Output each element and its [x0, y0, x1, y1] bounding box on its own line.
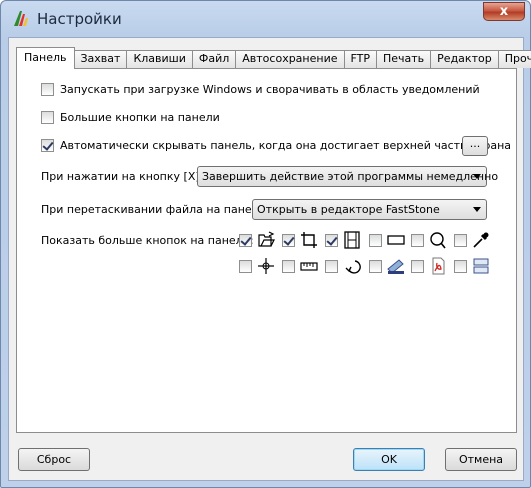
undo-icon — [345, 260, 361, 274]
crosshair-checkbox[interactable] — [239, 260, 252, 273]
open-folder-checkbox[interactable] — [239, 234, 252, 247]
big-buttons-checkbox[interactable] — [41, 111, 54, 124]
eyedropper-icon — [473, 232, 489, 248]
pdf-checkbox[interactable] — [411, 260, 424, 273]
tab-file[interactable]: Файл — [191, 50, 237, 68]
autohide-settings-button[interactable]: ... — [462, 136, 488, 156]
tab-editor[interactable]: Редактор — [430, 50, 499, 68]
title-bar[interactable]: Настройки x — [1, 1, 530, 37]
close-button[interactable]: x — [483, 2, 525, 21]
panel-tab-content: Запускать при загрузке Windows и сворачи… — [16, 68, 517, 433]
dialog-client-area: Панель Захват Клавиши Файл Автосохранени… — [8, 37, 531, 481]
compare-icon — [473, 258, 489, 274]
ruler-icon — [300, 262, 318, 271]
on-drag-file-value: Открыть в редакторе FastStone — [257, 203, 440, 216]
tab-strip: Панель Захват Клавиши Файл Автосохранени… — [16, 47, 531, 69]
crop-frame-checkbox[interactable] — [282, 234, 295, 247]
crop-frame-icon — [301, 232, 317, 248]
chevron-down-icon — [473, 174, 481, 179]
on-drag-file-dropdown[interactable]: Открыть в редакторе FastStone — [252, 199, 487, 220]
ruler-checkbox[interactable] — [282, 260, 295, 273]
rectangle-checkbox[interactable] — [369, 234, 382, 247]
tab-hotkeys[interactable]: Клавиши — [126, 50, 193, 68]
reset-button[interactable]: Сброс — [18, 448, 90, 471]
film-strip-icon — [344, 231, 360, 249]
chevron-down-icon — [473, 207, 481, 212]
pdf-icon — [432, 257, 445, 275]
startup-checkbox[interactable] — [41, 83, 54, 96]
tab-capture[interactable]: Захват — [73, 50, 128, 68]
on-x-click-value: Завершить действие этой программы немедл… — [202, 170, 499, 183]
on-drag-file-label: При перетаскивании файла на панель: — [41, 203, 269, 216]
scanner-icon — [387, 259, 404, 274]
on-x-click-dropdown[interactable]: Завершить действие этой программы немедл… — [197, 166, 498, 187]
crosshair-icon — [258, 258, 274, 274]
tab-ftp[interactable]: FTP — [343, 50, 377, 68]
tab-print[interactable]: Печать — [376, 50, 432, 68]
window-title: Настройки — [37, 10, 122, 28]
extra-buttons-label: Показать больше кнопок на панели: — [41, 234, 254, 247]
on-x-click-label: При нажатии на кнопку [X]: — [41, 170, 204, 183]
magnifier-checkbox[interactable] — [411, 234, 424, 247]
undo-checkbox[interactable] — [325, 260, 338, 273]
film-strip-checkbox[interactable] — [325, 234, 338, 247]
rectangle-icon — [387, 235, 405, 245]
tab-panel[interactable]: Панель — [16, 47, 75, 69]
eyedropper-checkbox[interactable] — [454, 234, 467, 247]
autohide-checkbox[interactable] — [41, 139, 54, 152]
big-buttons-label: Большие кнопки на панели — [60, 111, 220, 124]
tab-other[interactable]: Прочее — [497, 50, 531, 68]
cancel-button[interactable]: Отмена — [445, 448, 517, 471]
compare-checkbox[interactable] — [454, 260, 467, 273]
autohide-label: Автоматически скрывать панель, когда она… — [60, 139, 512, 152]
ok-button[interactable]: OK — [353, 448, 425, 471]
settings-window: Настройки x Панель Захват Клавиши Файл А… — [0, 0, 531, 488]
magnifier-icon — [430, 232, 446, 249]
startup-label: Запускать при загрузке Windows и сворачи… — [60, 83, 480, 96]
tab-autosave[interactable]: Автосохранение — [235, 50, 345, 68]
faststone-app-icon — [14, 11, 28, 26]
open-folder-icon — [258, 231, 275, 247]
scanner-checkbox[interactable] — [369, 260, 382, 273]
